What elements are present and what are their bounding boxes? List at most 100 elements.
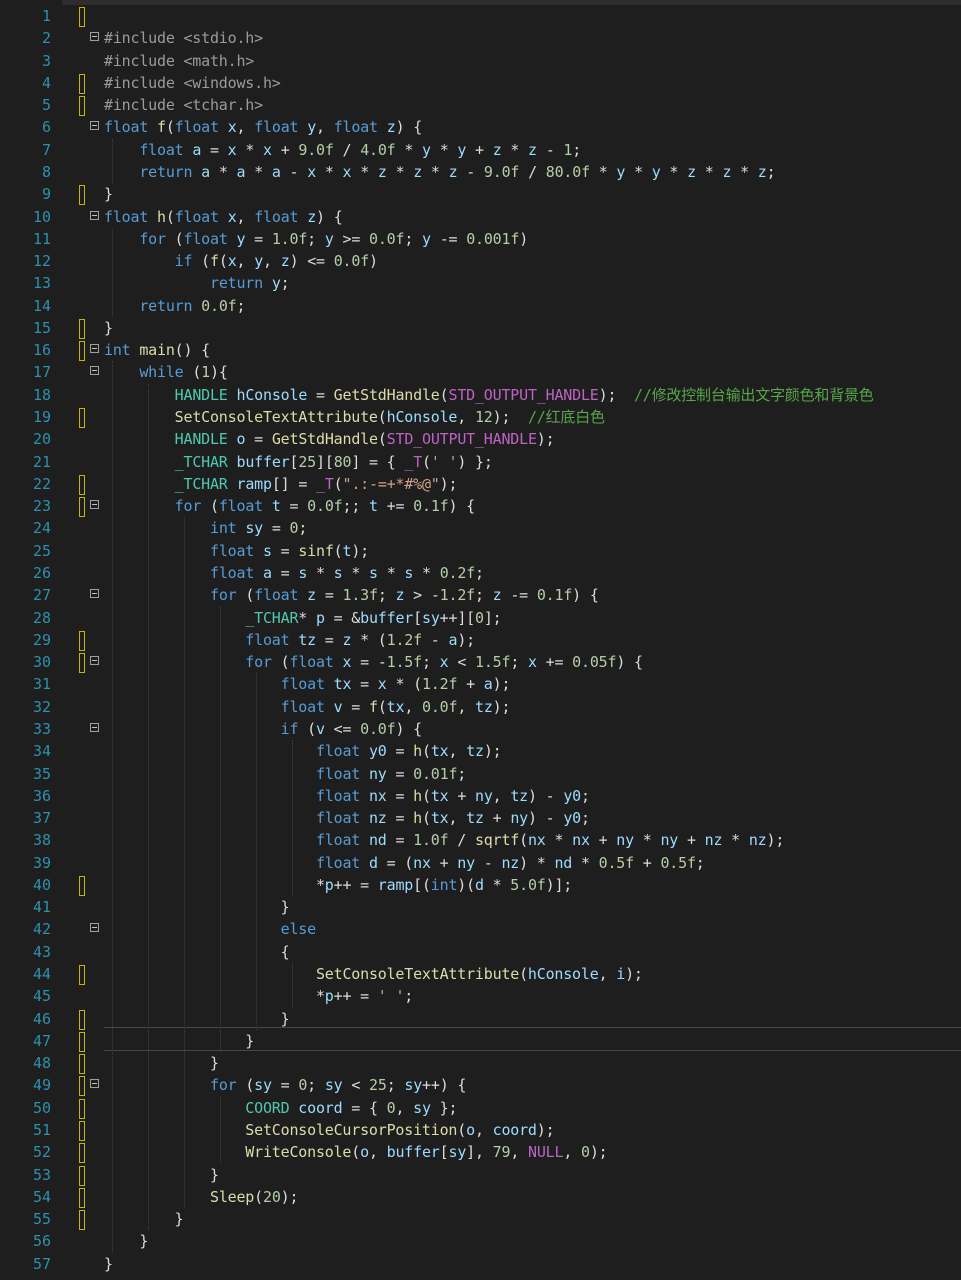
code-text[interactable]: } (104, 1230, 148, 1252)
code-line[interactable]: 22 _TCHAR ramp[] = _T(".:-=+*#%@"); (0, 473, 961, 495)
code-line[interactable]: 8 return a * a * a - x * x * z * z * z -… (0, 161, 961, 183)
code-line[interactable]: 31 float tx = x * (1.2f + a); (0, 673, 961, 695)
code-line[interactable]: 11 for (float y = 1.0f; y >= 0.0f; y -= … (0, 228, 961, 250)
code-text[interactable]: float nx = h(tx + ny, tz) - y0; (104, 785, 590, 807)
code-text[interactable]: float a = x * x + 9.0f / 4.0f * y * y + … (104, 139, 581, 161)
code-line[interactable]: 16 int main() { (0, 339, 961, 362)
code-line[interactable]: 57} (0, 1253, 961, 1275)
code-text[interactable]: } (104, 317, 113, 339)
code-line[interactable]: 2 #include <stdio.h> (0, 27, 961, 49)
code-text[interactable]: float a = s * s * s * s * 0.2f; (104, 562, 484, 584)
collapse-icon[interactable] (90, 589, 99, 599)
code-line[interactable]: 25 float s = sinf(t); (0, 540, 961, 562)
code-line[interactable]: 19 SetConsoleTextAttribute(hConsole, 12)… (0, 406, 961, 429)
code-line[interactable]: 35 float ny = 0.01f; (0, 763, 961, 785)
code-line[interactable]: 3 #include <math.h> (0, 50, 961, 72)
code-line[interactable]: 56 } (0, 1230, 961, 1252)
code-text[interactable]: if (f(x, y, z) <= 0.0f) (104, 250, 378, 272)
code-text[interactable]: #include <math.h> (104, 50, 254, 72)
code-text[interactable]: } (104, 1008, 290, 1030)
collapse-icon[interactable] (90, 32, 99, 42)
code-text[interactable]: Sleep(20); (104, 1186, 299, 1208)
code-text[interactable]: _TCHAR buffer[25][80] = { _T(' ') }; (104, 451, 493, 473)
code-text[interactable]: float nd = 1.0f / sqrtf(nx * nx + ny * n… (104, 829, 784, 851)
code-text[interactable]: } (104, 1164, 219, 1186)
code-line[interactable]: 49 for (sy = 0; sy < 25; sy++) { (0, 1074, 961, 1097)
code-line[interactable]: 55 } (0, 1208, 961, 1231)
code-line[interactable]: 45 *p++ = ' '; (0, 985, 961, 1007)
code-text[interactable]: } (104, 183, 113, 205)
collapse-icon[interactable] (90, 722, 99, 732)
code-line[interactable]: 37 float nz = h(tx, tz + ny) - y0; (0, 807, 961, 829)
collapse-icon[interactable] (90, 121, 99, 131)
code-text[interactable]: for (sy = 0; sy < 25; sy++) { (104, 1074, 466, 1096)
code-text[interactable]: return 0.0f; (104, 295, 245, 317)
code-line[interactable]: 24 int sy = 0; (0, 517, 961, 539)
code-line[interactable]: 20 HANDLE o = GetStdHandle(STD_OUTPUT_HA… (0, 428, 961, 450)
code-text[interactable]: int main() { (104, 339, 210, 361)
code-text[interactable]: return a * a * a - x * x * z * z * z - 9… (104, 161, 775, 183)
code-line[interactable]: 34 float y0 = h(tx, tz); (0, 740, 961, 762)
code-line[interactable]: 40 *p++ = ramp[(int)(d * 5.0f)]; (0, 874, 961, 896)
code-text[interactable]: *p++ = ramp[(int)(d * 5.0f)]; (104, 874, 572, 896)
code-line[interactable]: 36 float nx = h(tx + ny, tz) - y0; (0, 785, 961, 807)
code-line[interactable]: 15} (0, 317, 961, 339)
code-line[interactable]: 46 } (0, 1008, 961, 1030)
code-line[interactable]: 17 while (1){ (0, 361, 961, 383)
code-text[interactable]: float tz = z * (1.2f - a); (104, 629, 475, 651)
code-line[interactable]: 26 float a = s * s * s * s * 0.2f; (0, 562, 961, 584)
code-line[interactable]: 52 WriteConsole(o, buffer[sy], 79, NULL,… (0, 1141, 961, 1164)
code-text[interactable]: } (104, 1208, 184, 1230)
code-line[interactable]: 43 { (0, 941, 961, 963)
code-text[interactable]: float tx = x * (1.2f + a); (104, 673, 511, 695)
code-text[interactable]: return y; (104, 272, 290, 294)
code-line[interactable]: 44 SetConsoleTextAttribute(hConsole, i); (0, 963, 961, 986)
code-line[interactable]: 1 (0, 5, 961, 27)
collapse-icon[interactable] (90, 344, 99, 354)
code-line[interactable]: 38 float nd = 1.0f / sqrtf(nx * nx + ny … (0, 829, 961, 851)
code-text[interactable]: } (104, 896, 290, 918)
code-text[interactable]: SetConsoleCursorPosition(o, coord); (104, 1119, 554, 1141)
code-line[interactable]: 53 } (0, 1164, 961, 1186)
code-text[interactable]: float y0 = h(tx, tz); (104, 740, 502, 762)
code-line[interactable]: 28 _TCHAR* p = &buffer[sy++][0]; (0, 607, 961, 629)
code-text[interactable]: #include <stdio.h> (104, 27, 263, 49)
code-line[interactable]: 48 } (0, 1052, 961, 1075)
collapse-icon[interactable] (90, 1079, 99, 1089)
collapse-icon[interactable] (90, 500, 99, 510)
collapse-icon[interactable] (90, 210, 99, 220)
code-line[interactable]: 42 else (0, 918, 961, 940)
code-line[interactable]: 32 float v = f(tx, 0.0f, tz); (0, 696, 961, 718)
code-text[interactable]: float f(float x, float y, float z) { (104, 116, 422, 138)
code-line[interactable]: 21 _TCHAR buffer[25][80] = { _T(' ') }; (0, 451, 961, 473)
code-line[interactable]: 7 float a = x * x + 9.0f / 4.0f * y * y … (0, 139, 961, 161)
code-editor[interactable]: 1 2 #include <stdio.h> 3 #include <math.h> 4 #… (0, 0, 961, 1280)
code-line[interactable]: 9} (0, 183, 961, 206)
code-text[interactable]: for (float z = 1.3f; z > -1.2f; z -= 0.1… (104, 584, 599, 606)
code-line[interactable]: 18 HANDLE hConsole = GetStdHandle(STD_OU… (0, 384, 961, 406)
code-line[interactable]: 4 #include <windows.h> (0, 72, 961, 94)
code-line[interactable]: 29 float tz = z * (1.2f - a); (0, 629, 961, 651)
code-text[interactable]: #include <tchar.h> (104, 94, 263, 116)
code-line[interactable]: 13 return y; (0, 272, 961, 294)
code-text[interactable]: #include <windows.h> (104, 72, 281, 94)
code-text[interactable]: _TCHAR ramp[] = _T(".:-=+*#%@"); (104, 473, 458, 495)
code-text[interactable]: for (float y = 1.0f; y >= 0.0f; y -= 0.0… (104, 228, 528, 250)
code-text[interactable]: { (104, 941, 290, 963)
code-text[interactable]: if (v <= 0.0f) { (104, 718, 423, 740)
code-text[interactable]: *p++ = ' '; (104, 985, 413, 1007)
code-text[interactable]: COORD coord = { 0, sy }; (104, 1097, 457, 1119)
code-line[interactable]: 47 } (0, 1030, 961, 1052)
code-line[interactable]: 50 COORD coord = { 0, sy }; (0, 1097, 961, 1119)
code-text[interactable]: float v = f(tx, 0.0f, tz); (104, 696, 511, 718)
collapse-icon[interactable] (90, 923, 99, 933)
code-text[interactable]: HANDLE hConsole = GetStdHandle(STD_OUTPU… (104, 384, 874, 406)
code-line[interactable]: 12 if (f(x, y, z) <= 0.0f) (0, 250, 961, 272)
code-text[interactable]: int sy = 0; (104, 517, 307, 539)
code-line[interactable]: 54 Sleep(20); (0, 1186, 961, 1208)
code-line[interactable]: 41 } (0, 896, 961, 918)
code-text[interactable]: WriteConsole(o, buffer[sy], 79, NULL, 0)… (104, 1141, 607, 1163)
code-text[interactable]: float ny = 0.01f; (104, 763, 466, 785)
code-text[interactable]: while (1){ (104, 361, 228, 383)
code-line[interactable]: 6 float f(float x, float y, float z) { (0, 116, 961, 138)
